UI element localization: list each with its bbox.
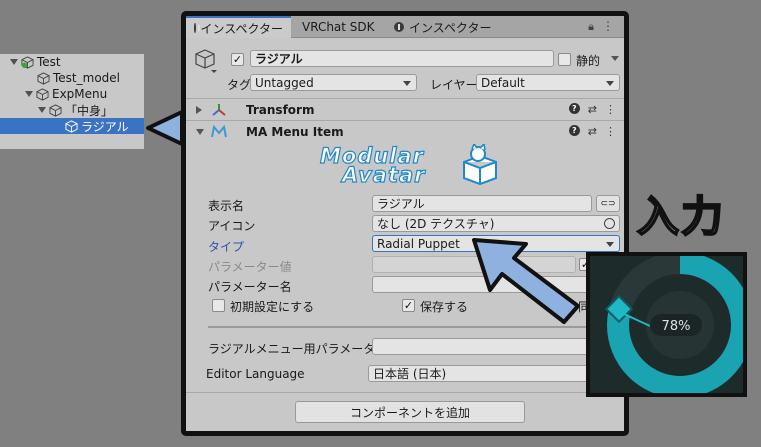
radial-param-label: ラジアルメニュー用パラメーター名 xyxy=(208,342,400,356)
divider xyxy=(208,326,610,328)
tab-vrchat-sdk[interactable]: VRChat SDK xyxy=(294,16,383,38)
object-picker-icon[interactable] xyxy=(604,218,615,229)
modular-avatar-logo: Modular Avatar xyxy=(319,143,500,188)
kebab-menu-icon[interactable]: ⋮ xyxy=(605,125,616,138)
expand-arrow-icon[interactable] xyxy=(25,91,33,97)
prefab-scene-icon xyxy=(21,55,34,69)
hierarchy-item-label: Test xyxy=(37,55,61,69)
initial-setting-label: 初期設定にする xyxy=(230,300,315,314)
add-component-button[interactable]: コンポーネントを追加 xyxy=(295,401,525,423)
layer-dropdown[interactable]: Default xyxy=(476,74,620,91)
hierarchy-item-label: 「中身」 xyxy=(65,103,114,118)
hierarchy-item-label: ラジアル xyxy=(81,119,129,134)
help-icon[interactable]: ? xyxy=(568,125,580,136)
static-checkbox[interactable] xyxy=(558,53,571,66)
pointer-triangle-icon xyxy=(146,110,184,146)
tab-label: インスペクター xyxy=(200,21,283,36)
tab-label: インスペクター xyxy=(409,20,492,35)
tab-bar: インスペクター VRChat SDK インスペクター 🔒︎ ⋮ xyxy=(186,16,624,38)
collapse-arrow-icon[interactable] xyxy=(196,106,202,114)
gameobject-icon xyxy=(65,119,78,133)
object-name-field[interactable]: ラジアル xyxy=(250,50,554,67)
param-name-label: パラメーター名 xyxy=(208,280,292,294)
hierarchy-item-expmenu[interactable]: ExpMenu xyxy=(0,86,144,102)
tag-label: タグ xyxy=(227,78,252,92)
divider xyxy=(186,392,624,393)
editor-language-label: Editor Language xyxy=(206,367,305,381)
display-name-label: 表示名 xyxy=(208,199,245,213)
hierarchy-item-contents[interactable]: 「中身」 xyxy=(0,102,144,118)
gameobject-large-icon[interactable] xyxy=(194,48,218,74)
transform-component-header[interactable]: Transform ? ⇄ ⋮ xyxy=(186,98,624,120)
help-icon[interactable]: ? xyxy=(568,103,580,114)
active-checkbox[interactable]: ✓ xyxy=(231,53,244,66)
hierarchy-item-label: ExpMenu xyxy=(52,87,108,101)
type-label: タイプ xyxy=(208,240,245,254)
tab-inspector[interactable]: インスペクター xyxy=(186,16,291,38)
icon-label: アイコン xyxy=(208,219,256,233)
kebab-menu-icon[interactable]: ⋮ xyxy=(602,19,614,33)
save-checkbox[interactable]: ✓ xyxy=(402,299,415,312)
link-toggle-icon[interactable]: ⊂⊃ xyxy=(596,195,620,212)
transform-icon xyxy=(212,104,226,116)
hierarchy-item-radial[interactable]: ラジアル xyxy=(0,118,144,134)
settings-icon[interactable]: ⇄ xyxy=(588,103,597,116)
ma-menu-item-component-header[interactable]: MA Menu Item ? ⇄ ⋮ xyxy=(186,120,624,142)
logo-line-2: Avatar xyxy=(341,162,426,187)
info-icon xyxy=(394,22,404,32)
inspector-window: インスペクター VRChat SDK インスペクター 🔒︎ ⋮ ✓ ラジアル 静… xyxy=(181,11,629,436)
tab-inspector-2[interactable]: インスペクター xyxy=(386,16,499,38)
static-label: 静的 xyxy=(576,54,601,68)
settings-icon[interactable]: ⇄ xyxy=(588,125,597,138)
puppet-value-text: 78% xyxy=(662,319,691,334)
expand-arrow-icon[interactable] xyxy=(38,107,46,113)
expand-arrow-icon[interactable] xyxy=(10,59,18,65)
display-name-field[interactable]: ラジアル xyxy=(372,195,592,212)
gameobject-icon xyxy=(36,87,49,101)
icon-object-field[interactable]: なし (2D テクスチャ) xyxy=(372,215,620,232)
param-value-label: パラメーター値 xyxy=(208,260,292,274)
menu-item-title: MA Menu Item xyxy=(246,124,344,139)
expand-arrow-icon[interactable] xyxy=(196,129,204,135)
pointer-arrow-icon xyxy=(472,238,580,324)
layer-label: レイヤー xyxy=(430,78,478,92)
initial-setting-checkbox[interactable] xyxy=(212,299,225,312)
hierarchy-item-test-model[interactable]: Test_model xyxy=(0,70,144,86)
gameobject-icon xyxy=(37,71,50,85)
save-label: 保存する xyxy=(420,300,469,314)
radial-param-field[interactable] xyxy=(372,338,620,355)
tab-label: VRChat SDK xyxy=(302,20,375,34)
gameobject-icon xyxy=(49,103,62,117)
lock-icon[interactable]: 🔒︎ xyxy=(588,20,594,34)
logo-cat-box-icon xyxy=(463,144,497,186)
kebab-menu-icon[interactable]: ⋮ xyxy=(605,103,616,116)
tag-dropdown[interactable]: Untagged xyxy=(250,74,417,91)
hierarchy-panel: Test Test_model ExpMenu 「中身」 ラジアル xyxy=(0,54,144,149)
transform-title: Transform xyxy=(246,102,315,117)
info-icon xyxy=(194,23,199,33)
static-dropdown-icon[interactable] xyxy=(611,56,619,61)
hierarchy-item-test[interactable]: Test xyxy=(0,54,144,70)
hierarchy-item-label: Test_model xyxy=(53,71,120,85)
input-annotation-label: 入力 xyxy=(636,191,726,242)
radial-puppet-preview: 78% xyxy=(586,252,747,397)
modular-avatar-icon xyxy=(211,125,227,138)
radial-puppet-graphic: 78% xyxy=(604,256,743,393)
editor-language-dropdown[interactable]: 日本語 (日本) xyxy=(368,365,620,382)
